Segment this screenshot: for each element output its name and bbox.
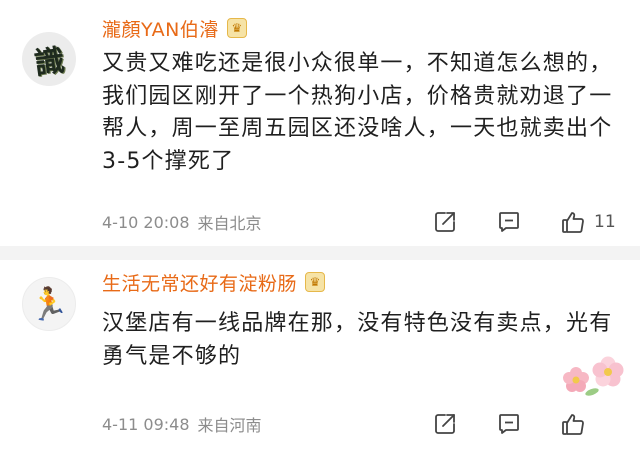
comment-divider	[0, 246, 640, 260]
avatar[interactable]: 識	[22, 32, 76, 86]
avatar-glyph: 識	[32, 43, 67, 82]
crown-badge-icon: ♛	[226, 18, 247, 38]
username[interactable]: 瀧顏YAN伯濬	[102, 15, 219, 42]
comment-icon[interactable]	[496, 209, 522, 235]
crown-badge-icon: ♛	[305, 272, 326, 292]
username-row: 生活无常还好有淀粉肠 ♛	[102, 268, 326, 296]
comment-time: 4-10 20:08	[102, 212, 190, 232]
comment-meta: 4-10 20:08 来自北京	[102, 210, 262, 234]
thumbs-up-icon[interactable]	[560, 209, 586, 235]
flower-sticker-icon	[562, 352, 634, 398]
comment-item: 🏃 生活无常还好有淀粉肠 ♛ 汉堡店有一线品牌在那，没有特色没有卖点，光有勇气是…	[0, 260, 640, 449]
like-count: 11	[594, 212, 616, 232]
comment-actions	[432, 410, 594, 438]
username[interactable]: 生活无常还好有淀粉肠	[102, 269, 297, 296]
comment-text: 又贵又难吃还是很小众很单一，不知道怎么想的，我们园区刚开了一个热狗小店，价格贵就…	[102, 51, 613, 174]
comment-text: 汉堡店有一线品牌在那，没有特色没有卖点，光有勇气是不够的	[102, 311, 613, 369]
thumbs-up-icon[interactable]	[560, 411, 586, 437]
comment-icon[interactable]	[496, 411, 522, 437]
avatar-glyph: 🏃	[29, 285, 69, 323]
comment-item: 識 瀧顏YAN伯濬 ♛ 又贵又难吃还是很小众很单一，不知道怎么想的，我们园区刚开…	[0, 0, 640, 246]
comment-location: 来自北京	[197, 214, 262, 233]
comment-time: 4-11 09:48	[102, 414, 190, 434]
share-icon[interactable]	[432, 209, 458, 235]
username-row: 瀧顏YAN伯濬 ♛	[102, 14, 247, 42]
comment-actions: 11	[432, 208, 616, 236]
avatar[interactable]: 🏃	[22, 277, 76, 331]
comment-location: 来自河南	[197, 416, 262, 435]
share-icon[interactable]	[432, 411, 458, 437]
comment-meta: 4-11 09:48 来自河南	[102, 412, 262, 436]
